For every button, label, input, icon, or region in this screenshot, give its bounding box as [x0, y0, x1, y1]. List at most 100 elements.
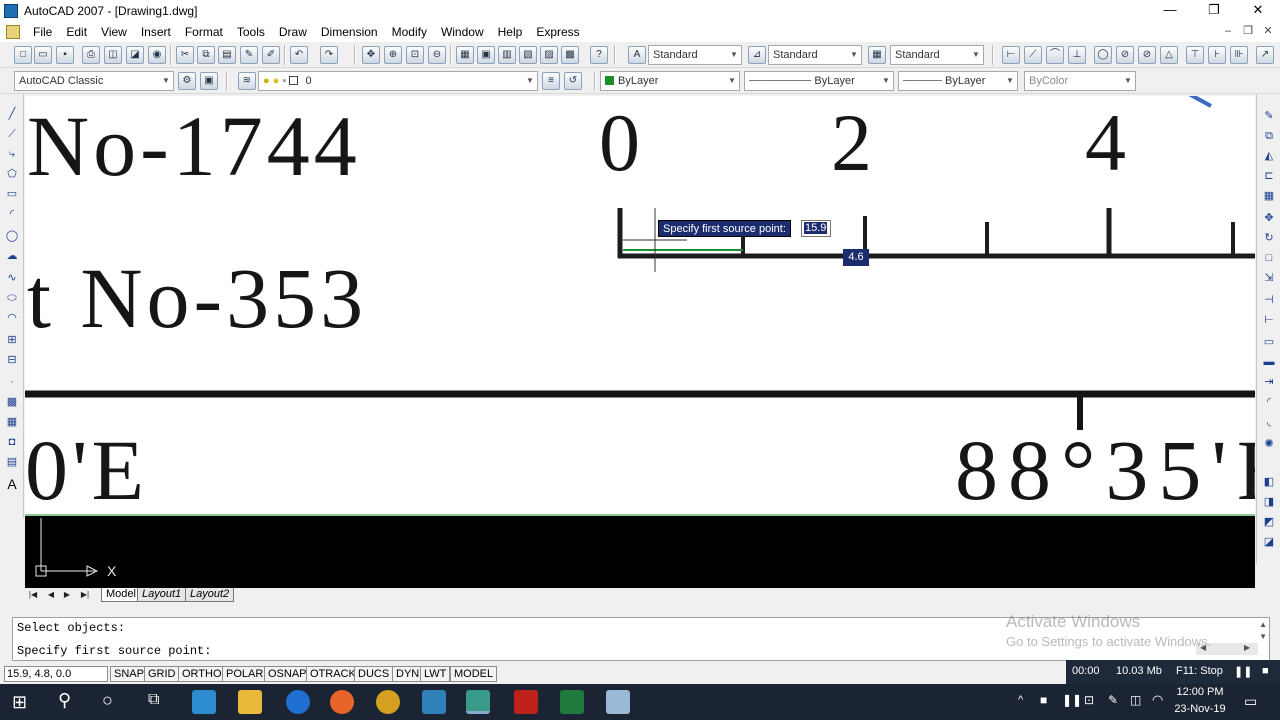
angular-icon[interactable]: △ — [1160, 46, 1178, 64]
taskbar-app-icon[interactable] — [192, 690, 216, 714]
extend-icon[interactable]: ⊢ — [1261, 312, 1277, 328]
minimize-button[interactable]: — — [1148, 0, 1192, 22]
calculator-icon[interactable]: ▩ — [561, 46, 579, 64]
point-icon[interactable]: · — [4, 374, 20, 390]
erase-icon[interactable]: ✎ — [1261, 108, 1277, 124]
scroll-right-icon[interactable]: ▶ — [1244, 643, 1250, 652]
qleader-icon[interactable]: ↗ — [1256, 46, 1274, 64]
lineweight-select[interactable]: ───── ByLayer ▼ — [898, 71, 1018, 91]
explode-icon[interactable]: ✺ — [1261, 436, 1277, 452]
ordinate-icon[interactable]: ⊥ — [1068, 46, 1086, 64]
search-icon[interactable]: ⚲ — [58, 690, 71, 711]
text-style-select[interactable]: Standard ▼ — [648, 45, 742, 65]
draw-order-under-icon[interactable]: ◪ — [1261, 534, 1277, 550]
drawing-canvas[interactable]: No-1744 t No-353 0'E 88°35'E 0 2 4 Speci… — [25, 96, 1255, 516]
mirror-icon[interactable]: ◭ — [1261, 148, 1277, 164]
polar-toggle[interactable]: POLAR — [222, 666, 268, 682]
otrack-toggle[interactable]: OTRACK — [306, 666, 360, 682]
menu-tools[interactable]: Tools — [230, 22, 272, 42]
menu-help[interactable]: Help — [491, 22, 530, 42]
publish-icon[interactable]: ◪ — [126, 46, 144, 64]
multiline-text-icon[interactable]: A — [4, 476, 20, 492]
my-workspace-icon[interactable]: ▣ — [200, 72, 218, 90]
pause-icon[interactable]: ❚❚ — [1234, 665, 1252, 678]
doc-close-button[interactable]: ✕ — [1258, 22, 1278, 40]
acrobat-icon[interactable] — [514, 690, 538, 714]
sheet-set-icon[interactable]: ▧ — [519, 46, 537, 64]
chamfer-icon[interactable]: ⇥ — [1261, 374, 1277, 390]
redo-icon[interactable]: ↷ — [320, 46, 338, 64]
cut-icon[interactable]: ✂ — [176, 46, 194, 64]
tab-layout2[interactable]: Layout2 — [185, 588, 235, 602]
excel-icon[interactable] — [560, 690, 584, 714]
ducs-toggle[interactable]: DUCS — [354, 666, 394, 682]
grid-toggle[interactable]: GRID — [144, 666, 180, 682]
zoom-previous-icon[interactable]: ⊖ — [428, 46, 446, 64]
edge-browser-icon[interactable] — [286, 690, 310, 714]
layer-select[interactable]: ● ● ▪ 0 ▼ — [258, 71, 538, 91]
table-style-select[interactable]: Standard ▼ — [890, 45, 984, 65]
help-icon[interactable]: ? — [590, 46, 608, 64]
autocad-app-icon[interactable] — [4, 4, 18, 18]
gradient-icon[interactable]: ▦ — [4, 414, 20, 430]
drawing-area-lower[interactable]: X — [25, 516, 1255, 588]
block-editor-icon[interactable]: ✐ — [262, 46, 280, 64]
draw-order-back-icon[interactable]: ◨ — [1261, 494, 1277, 510]
make-block-icon[interactable]: ⊟ — [4, 352, 20, 368]
windows-start-icon[interactable]: ⊞ — [12, 692, 27, 713]
coordinate-display[interactable]: 15.9, 4.8, 0.0 — [4, 666, 108, 682]
file-explorer-icon[interactable] — [238, 690, 262, 714]
autocad-taskbar-icon[interactable] — [466, 690, 490, 714]
lwt-toggle[interactable]: LWT — [420, 666, 451, 682]
model-toggle[interactable]: MODEL — [450, 666, 498, 682]
workspace-settings-icon[interactable]: ⚙ — [178, 72, 196, 90]
linetype-select[interactable]: ──────── ByLayer ▼ — [744, 71, 894, 91]
doc-minimize-button[interactable]: – — [1218, 22, 1238, 40]
menu-file[interactable]: File — [26, 22, 59, 42]
revision-cloud-icon[interactable]: ☁ — [4, 248, 20, 264]
properties-icon[interactable]: ▦ — [456, 46, 474, 64]
magnifier-app-icon[interactable] — [422, 690, 446, 714]
menu-format[interactable]: Format — [178, 22, 230, 42]
cortana-icon[interactable]: ○ — [102, 690, 113, 711]
scale-icon[interactable]: □ — [1261, 250, 1277, 266]
clock-date[interactable]: 23-Nov-19 — [1172, 703, 1228, 715]
array-icon[interactable]: ▦ — [1261, 188, 1277, 204]
scroll-up-icon[interactable]: ▲ — [1259, 620, 1267, 629]
tray-app-icon[interactable]: ■ — [1040, 693, 1047, 707]
arc-length-icon[interactable]: ⌒ — [1046, 46, 1064, 64]
clock-time[interactable]: 12:00 PM — [1172, 686, 1228, 698]
tab-model[interactable]: Model — [101, 588, 141, 602]
copy-icon[interactable]: ⧉ — [197, 46, 215, 64]
tool-palettes-icon[interactable]: ▥ — [498, 46, 516, 64]
jogged-icon[interactable]: ⊘ — [1116, 46, 1134, 64]
region-icon[interactable]: ◘ — [4, 434, 20, 450]
insert-block-icon[interactable]: ⊞ — [4, 332, 20, 348]
firefox-icon[interactable] — [330, 690, 354, 714]
notifications-icon[interactable]: ▭ — [1244, 693, 1257, 710]
draw-order-above-icon[interactable]: ◩ — [1261, 514, 1277, 530]
task-view-icon[interactable]: ⧉ — [148, 691, 159, 709]
rotate-icon[interactable]: ↻ — [1261, 230, 1277, 246]
ellipse-arc-icon[interactable]: ◠ — [4, 310, 20, 326]
join-icon[interactable]: ▬ — [1261, 354, 1277, 370]
menu-view[interactable]: View — [94, 22, 134, 42]
copy-object-icon[interactable]: ⧉ — [1261, 128, 1277, 144]
zoom-realtime-icon[interactable]: ⊕ — [384, 46, 402, 64]
circle-icon[interactable]: ◯ — [4, 228, 20, 244]
move-icon[interactable]: ✥ — [1261, 210, 1277, 226]
dim-style-icon[interactable]: ⊿ — [748, 46, 766, 64]
tray-language-icon[interactable]: ✎ — [1108, 693, 1118, 707]
next-tab-icon[interactable]: ▶ — [59, 588, 75, 602]
menu-insert[interactable]: Insert — [134, 22, 178, 42]
color-select[interactable]: ByLayer ▼ — [600, 71, 740, 91]
chrome-icon[interactable] — [376, 690, 400, 714]
draw-order-front-icon[interactable]: ◧ — [1261, 474, 1277, 490]
scroll-down-icon[interactable]: ▼ — [1259, 632, 1267, 641]
undo-icon[interactable]: ↶ — [290, 46, 308, 64]
fillet-radius-icon[interactable]: ◟ — [1261, 414, 1277, 430]
doc-restore-button[interactable]: ❐ — [1238, 22, 1258, 40]
trim-icon[interactable]: ⊣ — [1261, 292, 1277, 308]
arc-icon[interactable]: ◜ — [4, 206, 20, 222]
pan-icon[interactable]: ✥ — [362, 46, 380, 64]
